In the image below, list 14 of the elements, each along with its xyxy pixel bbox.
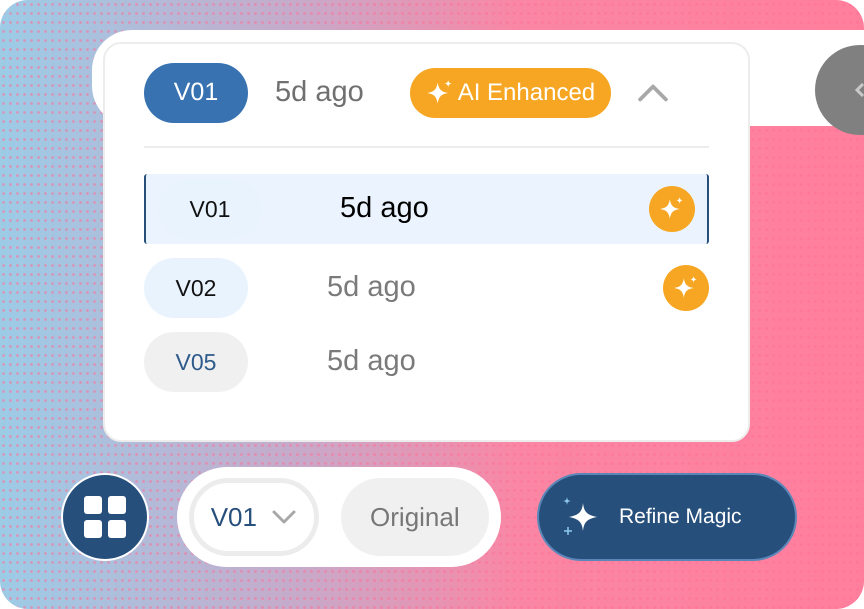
time-label: 5d ago bbox=[327, 270, 416, 306]
original-button[interactable]: Original bbox=[340, 478, 489, 556]
time-label: 5d ago bbox=[327, 344, 416, 380]
version-pill: V05 bbox=[144, 332, 248, 392]
refine-magic-button[interactable]: Refine Magic bbox=[537, 473, 797, 561]
version-row[interactable]: V01 5d ago bbox=[144, 174, 709, 244]
ai-enhanced-badge: AI Enhanced bbox=[410, 68, 612, 118]
time-label: 5d ago bbox=[275, 75, 364, 110]
version-pill: V02 bbox=[144, 258, 248, 318]
version-row[interactable]: V05 5d ago bbox=[144, 332, 709, 392]
time-label: 5d ago bbox=[340, 191, 429, 226]
version-row[interactable]: V02 5d ago bbox=[144, 258, 709, 318]
version-pill: V01 bbox=[144, 63, 248, 123]
version-select[interactable]: V01 bbox=[189, 478, 319, 556]
